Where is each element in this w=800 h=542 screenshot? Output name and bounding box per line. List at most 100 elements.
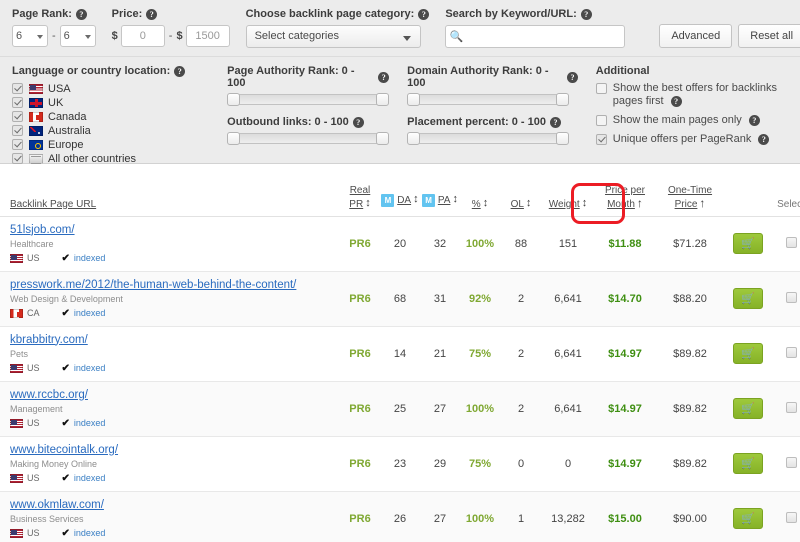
add-to-cart-button[interactable]: 🛒: [733, 343, 763, 364]
placement-percent-slider[interactable]: [407, 132, 570, 145]
outbound-links-slider[interactable]: [227, 132, 390, 145]
backlink-url-link[interactable]: www.bitecointalk.org/: [10, 444, 339, 456]
page-authority-slider[interactable]: [227, 93, 390, 106]
check-icon: ✔: [61, 362, 70, 374]
backlink-url-link[interactable]: www.okmlaw.com/: [10, 499, 339, 511]
help-icon[interactable]: ?: [378, 71, 390, 83]
price-label: Price: ?: [112, 8, 230, 20]
country-item-australia[interactable]: Australia: [12, 124, 227, 137]
additional-checkbox-best-offers[interactable]: [595, 83, 607, 94]
category-select-value: Select categories: [254, 30, 339, 42]
table-row[interactable]: www.okmlaw.com/ Business Services US ✔ i…: [0, 491, 800, 542]
additional-checkbox-unique-offers[interactable]: [595, 134, 607, 145]
search-input[interactable]: [466, 27, 625, 46]
slider-handle-min[interactable]: [227, 132, 241, 145]
country-checkbox-uk[interactable]: [12, 97, 23, 108]
slider-handle-min[interactable]: [227, 93, 241, 106]
price-min-input[interactable]: [120, 25, 165, 47]
sort-icon[interactable]: [365, 199, 371, 208]
table-row[interactable]: www.bitecointalk.org/ Making Money Onlin…: [0, 436, 800, 492]
row-select-checkbox[interactable]: [785, 346, 797, 358]
header-price-per-month[interactable]: Price per Month: [594, 168, 656, 217]
cell-cart: 🛒: [724, 381, 772, 437]
help-icon[interactable]: ?: [418, 8, 430, 20]
domain-authority-slider[interactable]: [407, 93, 570, 106]
cell-da: 25: [380, 381, 420, 437]
additional-item-main-pages[interactable]: Show the main pages only ?: [595, 114, 790, 127]
header-page-authority[interactable]: M PA: [420, 168, 460, 217]
backlink-url-link[interactable]: presswork.me/2012/the-human-web-behind-t…: [10, 279, 339, 291]
header-percent[interactable]: %: [460, 168, 500, 217]
help-icon[interactable]: ?: [549, 116, 561, 128]
country-code: US: [27, 473, 40, 483]
additional-item-best-offers[interactable]: Show the best offers for backlinks pages…: [595, 82, 790, 108]
header-domain-authority[interactable]: M DA: [380, 168, 420, 217]
table-row[interactable]: kbrabbitry.com/ Pets US ✔ indexed PR6 14…: [0, 326, 800, 382]
add-to-cart-button[interactable]: 🛒: [733, 453, 763, 474]
country-checkbox-usa[interactable]: [12, 83, 23, 94]
backlink-url-link[interactable]: 51lsjob.com/: [10, 224, 339, 236]
row-select-checkbox[interactable]: [785, 456, 797, 468]
page-rank-min-select[interactable]: 6: [12, 25, 48, 47]
help-icon[interactable]: ?: [174, 65, 186, 77]
country-checkbox-all-other[interactable]: [12, 153, 23, 164]
table-row[interactable]: presswork.me/2012/the-human-web-behind-t…: [0, 271, 800, 327]
sort-icon[interactable]: [413, 195, 419, 204]
additional-checkbox-main-pages[interactable]: [595, 115, 607, 126]
help-icon[interactable]: ?: [567, 71, 578, 83]
country-checkbox-australia[interactable]: [12, 125, 23, 136]
country-checkbox-canada[interactable]: [12, 111, 23, 122]
country-item-usa[interactable]: USA: [12, 82, 227, 95]
row-select-checkbox[interactable]: [785, 511, 797, 523]
keyword-search-box[interactable]: 🔍: [445, 25, 626, 48]
category-select[interactable]: Select categories: [245, 25, 421, 48]
country-item-europe[interactable]: Europe: [12, 138, 227, 151]
add-to-cart-button[interactable]: 🛒: [733, 288, 763, 309]
price-max-currency: $: [176, 30, 183, 42]
reset-all-button[interactable]: Reset all: [738, 24, 800, 48]
table-row[interactable]: www.rccbc.org/ Management US ✔ indexed P…: [0, 381, 800, 437]
sort-icon-active[interactable]: [637, 199, 643, 209]
slider-handle-min[interactable]: [407, 132, 421, 145]
sort-icon[interactable]: [483, 199, 489, 208]
advanced-button[interactable]: Advanced: [659, 24, 733, 48]
sort-icon[interactable]: [699, 199, 705, 209]
sort-icon[interactable]: [582, 199, 588, 208]
add-to-cart-button[interactable]: 🛒: [733, 398, 763, 419]
help-icon[interactable]: ?: [352, 116, 364, 128]
page-rank-max-select[interactable]: 6: [59, 25, 96, 47]
header-one-time-price[interactable]: One-Time Price: [656, 168, 724, 217]
slider-handle-max[interactable]: [376, 93, 390, 106]
slider-handle-max[interactable]: [556, 93, 570, 106]
flag-icon-eu: [29, 139, 43, 150]
price-max-input[interactable]: [185, 25, 230, 47]
help-icon[interactable]: ?: [580, 8, 592, 20]
help-icon[interactable]: ?: [75, 8, 87, 20]
table-row[interactable]: 51lsjob.com/ Healthcare US ✔ indexed PR6…: [0, 216, 800, 272]
slider-handle-max[interactable]: [376, 132, 390, 145]
row-select-checkbox[interactable]: [785, 291, 797, 303]
backlink-url-link[interactable]: www.rccbc.org/: [10, 389, 339, 401]
header-outbound-links[interactable]: OL: [500, 168, 542, 217]
row-select-checkbox[interactable]: [785, 401, 797, 413]
help-icon[interactable]: ?: [758, 134, 770, 145]
help-icon[interactable]: ?: [146, 8, 158, 20]
help-icon[interactable]: ?: [748, 115, 760, 126]
sort-icon[interactable]: [452, 195, 458, 204]
slider-handle-min[interactable]: [407, 93, 421, 106]
country-item-canada[interactable]: Canada: [12, 110, 227, 123]
backlink-url-link[interactable]: kbrabbitry.com/: [10, 334, 339, 346]
help-icon[interactable]: ?: [670, 96, 682, 107]
header-real-pr[interactable]: Real PR: [340, 168, 380, 217]
row-select-checkbox[interactable]: [785, 236, 797, 248]
country-checkbox-europe[interactable]: [12, 139, 23, 150]
additional-item-unique-offers[interactable]: Unique offers per PageRank ?: [595, 133, 790, 146]
sort-icon[interactable]: [526, 199, 532, 208]
add-to-cart-button[interactable]: 🛒: [733, 233, 763, 254]
header-weight[interactable]: Weight: [542, 168, 594, 217]
country-item-uk[interactable]: UK: [12, 96, 227, 109]
header-backlink-page-url[interactable]: Backlink Page URL: [0, 168, 340, 217]
slider-handle-max[interactable]: [556, 132, 570, 145]
price-min-currency: $: [111, 30, 118, 42]
add-to-cart-button[interactable]: 🛒: [733, 508, 763, 529]
